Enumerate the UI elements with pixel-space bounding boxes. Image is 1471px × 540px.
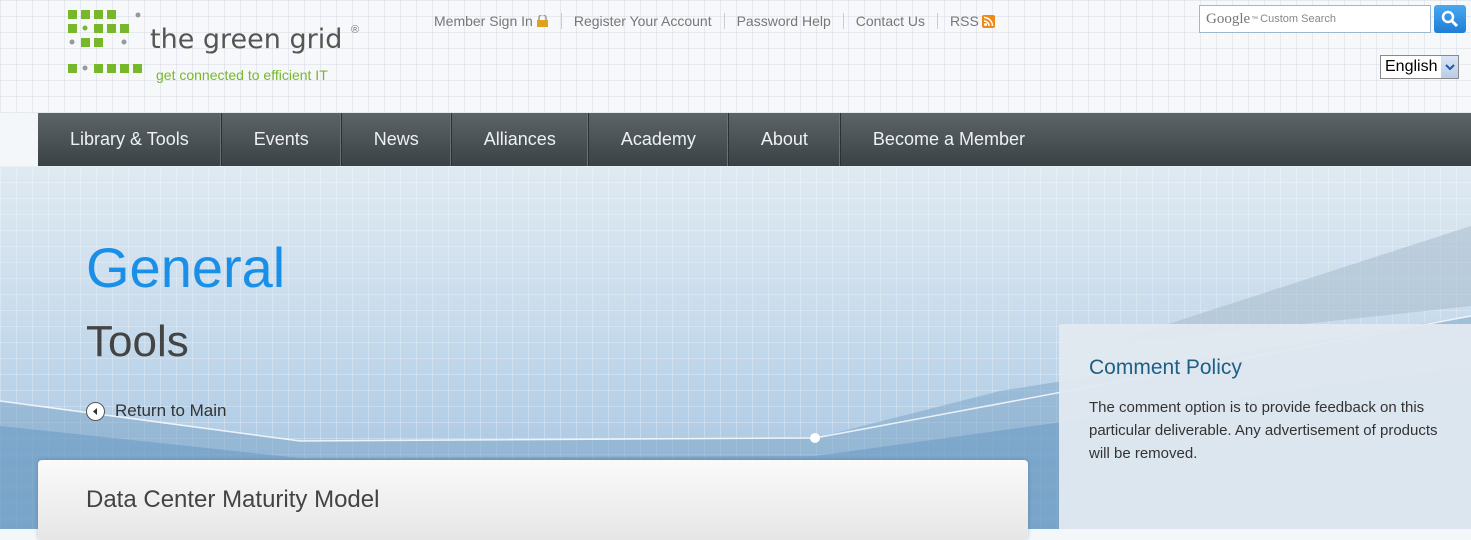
header: the green grid ® get connected to effici… [0,0,1471,113]
language-selected: English [1385,58,1438,75]
nav-become-member[interactable]: Become a Member [841,113,1057,166]
comment-policy-box: Comment Policy The comment option is to … [1059,324,1471,529]
logo-name: the green grid [150,24,343,55]
search-button[interactable] [1434,5,1466,33]
nav-about[interactable]: About [729,113,841,166]
registered-mark: ® [351,24,360,36]
site-logo[interactable]: the green grid ® get connected to effici… [68,10,408,90]
search-placeholder: Custom Search [1260,13,1336,25]
utility-links: Member Sign In Register Your Account Pas… [434,13,1007,29]
register-account-link[interactable]: Register Your Account [562,13,725,29]
language-select[interactable]: English [1380,55,1460,79]
nav-alliances[interactable]: Alliances [452,113,589,166]
comment-policy-title: Comment Policy [1089,356,1242,379]
nav-news[interactable]: News [342,113,452,166]
rss-icon [981,14,995,28]
google-logo: Google [1206,10,1251,27]
nav-events[interactable]: Events [222,113,342,166]
member-sign-in-link[interactable]: Member Sign In [434,13,562,29]
comment-policy-text: The comment option is to provide feedbac… [1089,399,1438,462]
search-form: Google ™ Custom Search [1199,5,1466,33]
rss-link[interactable]: RSS [938,13,1007,29]
panel-title: Data Center Maturity Model [86,486,380,513]
lock-icon [536,15,548,27]
grid-logo-icon [68,10,142,73]
search-icon [1441,10,1459,28]
password-help-link[interactable]: Password Help [725,13,844,29]
contact-us-link[interactable]: Contact Us [844,13,938,29]
nav-library-tools[interactable]: Library & Tools [38,113,222,166]
nav-academy[interactable]: Academy [589,113,729,166]
content-panel: Data Center Maturity Model [38,460,1028,540]
chevron-down-icon [1441,56,1459,78]
page-subtitle: Tools [86,317,189,366]
page-title: General [86,236,286,299]
return-to-main-label: Return to Main [115,401,227,420]
return-to-main-link[interactable]: Return to Main [86,401,227,421]
back-arrow-icon [86,401,105,421]
logo-tagline: get connected to efficient IT [156,67,328,83]
search-input[interactable]: Google ™ Custom Search [1199,5,1431,33]
main-nav: Library & Tools Events News Alliances Ac… [38,113,1471,166]
